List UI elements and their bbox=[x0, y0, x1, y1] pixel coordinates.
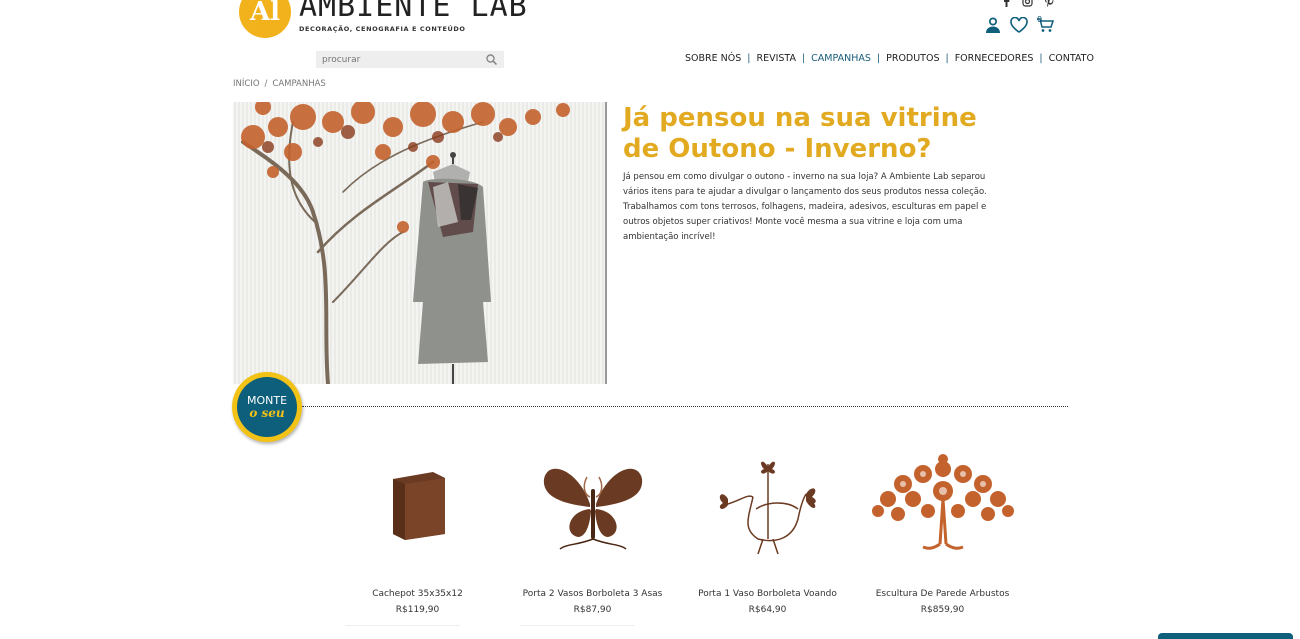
breadcrumb-home[interactable]: INÍCIO bbox=[233, 79, 260, 89]
product-image[interactable] bbox=[330, 422, 505, 585]
product-name[interactable]: Cachepot 35x35x12 bbox=[330, 589, 505, 599]
breadcrumb-separator: / bbox=[264, 79, 268, 89]
product-image[interactable] bbox=[680, 422, 855, 585]
product-price: R$119,90 bbox=[395, 605, 440, 615]
nav-item-revista[interactable]: REVISTA bbox=[756, 53, 796, 64]
chat-widget-tab[interactable] bbox=[1158, 633, 1293, 639]
product-card[interactable]: Porta 1 Vaso Borboleta Voando R$64,90 bbox=[680, 422, 855, 615]
product-price: R$859,90 bbox=[920, 605, 965, 615]
nav-separator: | bbox=[945, 53, 949, 64]
nav-item-produtos[interactable]: PRODUTOS bbox=[886, 53, 939, 64]
badge-line-2: o seu bbox=[249, 405, 285, 420]
product-name[interactable]: Porta 1 Vaso Borboleta Voando bbox=[680, 589, 855, 599]
nav-item-fornecedores[interactable]: FORNECEDORES bbox=[955, 53, 1034, 64]
product-image[interactable] bbox=[520, 625, 635, 639]
logo-mark: Al bbox=[239, 0, 291, 38]
cart-count: 0 bbox=[1037, 15, 1043, 24]
main-nav: SOBRE NÓS | REVISTA | CAMPANHAS | PRODUT… bbox=[685, 53, 1094, 64]
facebook-icon[interactable] bbox=[1003, 0, 1010, 10]
nav-separator: | bbox=[747, 53, 751, 64]
nav-item-campanhas[interactable]: CAMPANHAS bbox=[811, 53, 871, 64]
nav-item-sobre-nos[interactable]: SOBRE NÓS bbox=[685, 53, 741, 64]
product-image[interactable] bbox=[855, 422, 1030, 585]
instagram-icon[interactable] bbox=[1022, 0, 1033, 10]
pinterest-icon[interactable] bbox=[1045, 0, 1054, 10]
social-links bbox=[1003, 0, 1054, 10]
nav-item-contato[interactable]: CONTATO bbox=[1049, 53, 1094, 64]
product-card[interactable]: Porta 2 Vasos Borboleta 3 Asas R$87,90 bbox=[505, 422, 680, 615]
product-list: Cachepot 35x35x12 R$119,90 Porta 2 Vasos… bbox=[330, 422, 1030, 615]
product-card[interactable]: Cachepot 35x35x12 R$119,90 bbox=[330, 422, 505, 615]
search-bar bbox=[316, 51, 504, 68]
search-icon[interactable] bbox=[482, 51, 500, 68]
nav-separator: | bbox=[801, 53, 806, 64]
breadcrumb-current[interactable]: CAMPANHAS bbox=[272, 79, 325, 89]
logo-tagline: DECORAÇÃO, CENOGRAFIA E CONTEÚDO bbox=[299, 25, 466, 33]
breadcrumb: INÍCIO / CAMPANHAS bbox=[233, 79, 326, 89]
campaign-image bbox=[233, 102, 607, 384]
badge-line-1: MONTE bbox=[246, 393, 288, 407]
product-price: R$64,90 bbox=[748, 605, 787, 615]
logo[interactable]: Al AMBIENTE LAB DECORAÇÃO, CENOGRAFIA E … bbox=[239, 0, 528, 38]
campaign-title: Já pensou na sua vitrine de Outono - Inv… bbox=[623, 103, 977, 164]
heart-icon[interactable] bbox=[1010, 16, 1028, 34]
campaign-description: Já pensou em como divulgar o outono - in… bbox=[623, 172, 987, 242]
monte-o-seu-badge: MONTE o seu bbox=[232, 372, 302, 442]
product-image[interactable] bbox=[345, 625, 460, 639]
section-divider bbox=[302, 406, 1068, 407]
product-card[interactable]: Escultura De Parede Arbustos R$859,90 bbox=[855, 422, 1030, 615]
product-image[interactable] bbox=[505, 422, 680, 585]
product-name[interactable]: Escultura De Parede Arbustos bbox=[855, 589, 1030, 599]
user-icon[interactable] bbox=[984, 16, 1002, 34]
nav-separator: | bbox=[1039, 53, 1043, 64]
next-row-products bbox=[345, 625, 635, 639]
product-name[interactable]: Porta 2 Vasos Borboleta 3 Asas bbox=[505, 589, 680, 599]
header-icons: 0 bbox=[984, 15, 1054, 34]
product-price: R$87,90 bbox=[573, 605, 612, 615]
search-input[interactable] bbox=[316, 51, 482, 68]
logo-title: AMBIENTE LAB bbox=[299, 0, 528, 24]
nav-separator: | bbox=[876, 53, 881, 64]
